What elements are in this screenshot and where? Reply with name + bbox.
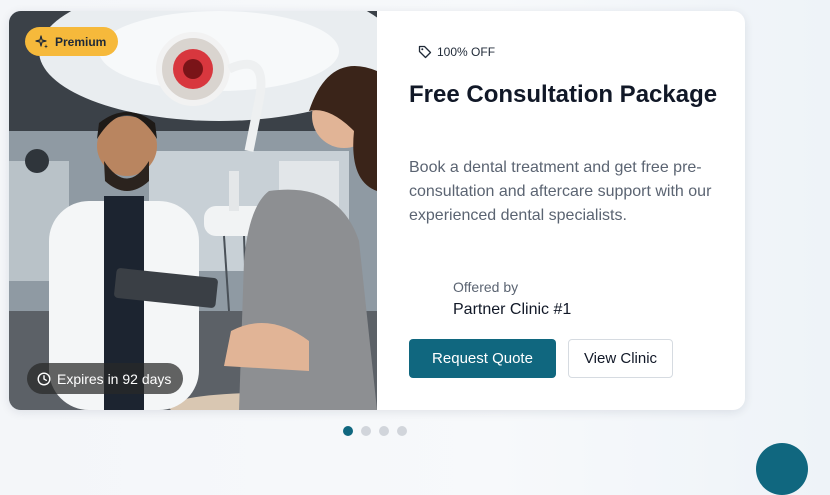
discount-tag: 100% OFF — [418, 45, 495, 59]
offer-description: Book a dental treatment and get free pre… — [409, 159, 712, 224]
view-clinic-button[interactable]: View Clinic — [568, 339, 673, 378]
premium-label: Premium — [55, 34, 107, 49]
floating-action-button[interactable] — [756, 443, 808, 495]
carousel-pagination — [343, 426, 407, 436]
carousel-dot[interactable] — [379, 426, 389, 436]
offer-image: Premium Expires in 92 days — [9, 11, 377, 410]
expiry-badge: Expires in 92 days — [27, 363, 184, 394]
premium-badge: Premium — [25, 27, 119, 56]
offered-by-label: Offered by — [453, 279, 519, 295]
sparkles-icon — [35, 34, 48, 48]
carousel-dot[interactable] — [397, 426, 407, 436]
provider-name: Partner Clinic #1 — [453, 301, 572, 318]
discount-label: 100% OFF — [437, 45, 496, 59]
expiry-label: Expires in 92 days — [57, 370, 172, 387]
carousel-dot[interactable] — [361, 426, 371, 436]
dental-clinic-photo — [9, 11, 377, 410]
carousel-dot[interactable] — [343, 426, 353, 436]
offer-content: 100% OFF Free Consultation Package Book … — [377, 11, 745, 410]
offer-title: Free Consultation Package — [409, 81, 718, 108]
request-quote-button[interactable]: Request Quote — [409, 339, 556, 378]
clock-icon — [37, 371, 51, 386]
tag-icon — [418, 45, 432, 59]
offer-card: Premium Expires in 92 days 100% OFF Free… — [9, 11, 745, 410]
